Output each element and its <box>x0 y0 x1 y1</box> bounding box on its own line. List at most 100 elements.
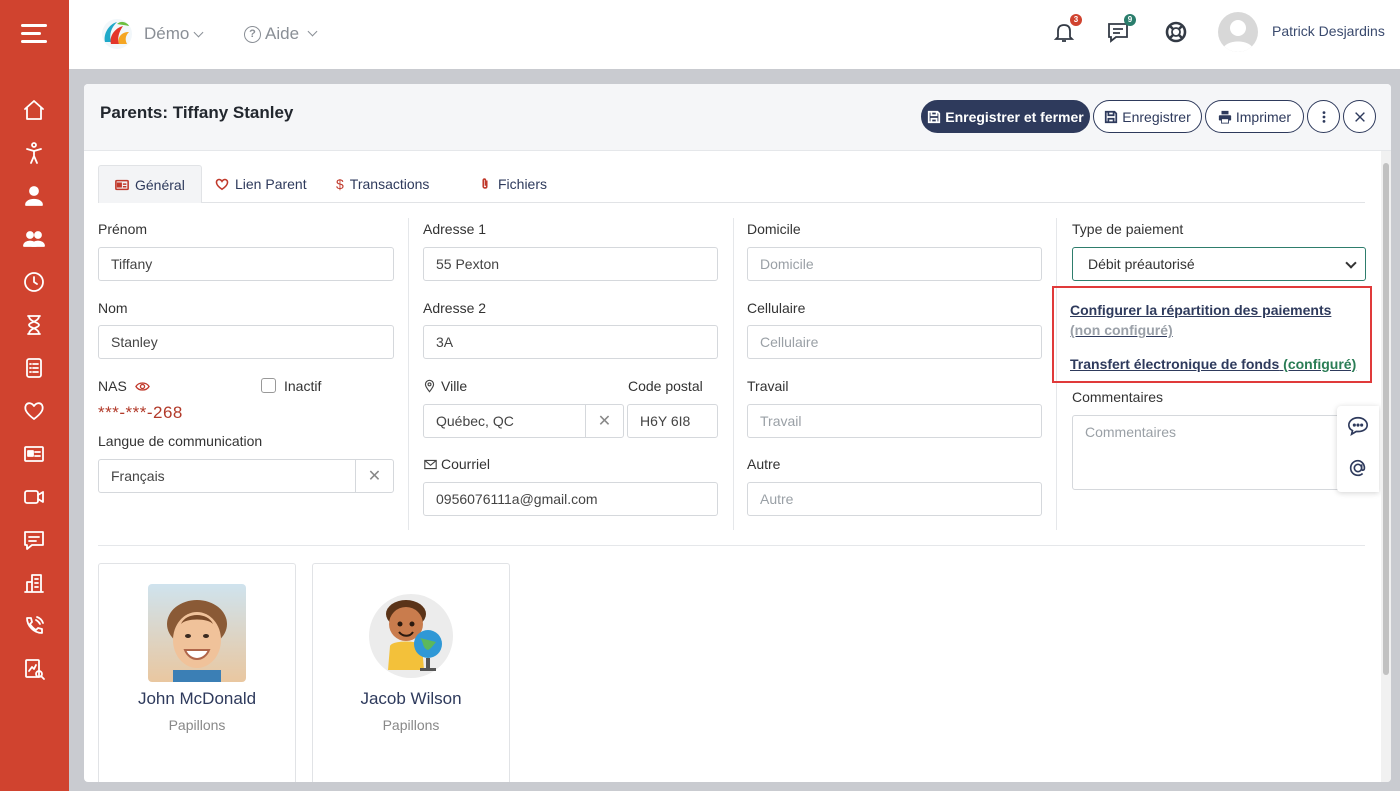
child-card[interactable]: John McDonald Papillons <box>98 563 296 782</box>
repartition-link-label: Configurer la répartition des paiements <box>1070 302 1332 318</box>
commentaires-label: Commentaires <box>1072 389 1164 405</box>
scrollbar-thumb[interactable] <box>1383 163 1389 675</box>
location-pin-icon <box>424 379 435 393</box>
transfert-link[interactable]: Transfert électronique de fonds (configu… <box>1070 354 1356 374</box>
id-card-icon <box>115 179 129 190</box>
courriel-input[interactable]: 0956076111a@gmail.com <box>423 482 718 516</box>
report-icon[interactable] <box>20 655 48 683</box>
save-icon <box>1105 110 1118 123</box>
heart-icon <box>215 178 229 191</box>
chevron-down-icon <box>1345 257 1357 269</box>
heart-icon[interactable] <box>20 397 48 425</box>
print-button[interactable]: Imprimer <box>1205 100 1304 133</box>
inactif-checkbox[interactable] <box>261 378 276 393</box>
commentaires-textarea[interactable]: Commentaires <box>1072 415 1366 490</box>
autre-input[interactable]: Autre <box>747 482 1042 516</box>
more-options-button[interactable] <box>1307 100 1340 133</box>
adresse2-input[interactable]: 3A <box>423 325 718 359</box>
prenom-input[interactable]: Tiffany <box>98 247 394 281</box>
group-icon[interactable] <box>20 225 48 253</box>
clear-icon[interactable]: ✕ <box>355 460 393 492</box>
clear-icon[interactable]: ✕ <box>585 405 623 437</box>
chat-bubble-icon <box>1348 416 1368 436</box>
tab-general[interactable]: Général <box>98 165 202 203</box>
courriel-label: Courriel <box>441 456 491 472</box>
hourglass-icon[interactable] <box>20 311 48 339</box>
message-icon[interactable] <box>20 526 48 554</box>
adresse2-label: Adresse 2 <box>423 300 487 316</box>
envelope-icon <box>424 459 437 469</box>
save-close-button[interactable]: Enregistrer et fermer <box>921 100 1090 133</box>
support-button[interactable] <box>1164 20 1190 46</box>
tab-transactions[interactable]: $ Transactions <box>320 165 445 203</box>
ville-label-row: Ville <box>423 378 467 394</box>
ville-value: Québec, QC <box>436 413 514 429</box>
floating-actions <box>1337 406 1379 492</box>
clock-icon[interactable] <box>20 268 48 296</box>
chat-bubble-button[interactable] <box>1347 415 1369 440</box>
travail-input[interactable]: Travail <box>747 404 1042 438</box>
save-icon <box>928 110 941 123</box>
adresse1-input[interactable]: 55 Pexton <box>423 247 718 281</box>
nom-label: Nom <box>98 300 128 316</box>
tab-lien-parent[interactable]: Lien Parent <box>199 165 323 203</box>
vertical-dots-icon <box>1322 110 1325 123</box>
tab-bar: Général Lien Parent $ Transactions Fichi… <box>98 165 1365 203</box>
column-divider <box>408 218 409 530</box>
email-button[interactable] <box>1347 457 1369 482</box>
child-avatar <box>362 584 460 682</box>
id-card-icon[interactable] <box>20 440 48 468</box>
dollar-icon: $ <box>336 176 344 192</box>
sidebar <box>0 0 69 791</box>
prenom-label: Prénom <box>98 221 148 237</box>
child-card[interactable]: Jacob Wilson Papillons <box>312 563 510 782</box>
chevron-down-icon <box>307 26 318 36</box>
lifebuoy-icon <box>1165 21 1187 43</box>
child-cartoon-icon <box>369 594 453 678</box>
modal-scrollbar[interactable] <box>1381 151 1391 782</box>
home-icon[interactable] <box>20 96 48 124</box>
parent-modal: Parents: Tiffany Stanley Enregistrer et … <box>84 84 1391 782</box>
save-button[interactable]: Enregistrer <box>1093 100 1202 133</box>
child-name[interactable]: John McDonald <box>99 689 295 709</box>
checklist-icon[interactable] <box>20 354 48 382</box>
code-postal-input[interactable]: H6Y 6I8 <box>627 404 718 438</box>
close-button[interactable] <box>1343 100 1376 133</box>
type-paiement-value: Débit préautorisé <box>1088 256 1195 272</box>
person-icon[interactable] <box>20 182 48 210</box>
domicile-input[interactable]: Domicile <box>747 247 1042 281</box>
type-paiement-select[interactable]: Débit préautorisé <box>1072 247 1366 281</box>
messages-button[interactable]: 9 <box>1106 14 1136 46</box>
eye-icon[interactable] <box>134 379 150 394</box>
print-icon <box>1218 110 1231 124</box>
travail-label: Travail <box>747 378 789 394</box>
repartition-status: (non configuré) <box>1070 322 1173 338</box>
video-icon[interactable] <box>20 483 48 511</box>
tab-label: Transactions <box>349 176 430 192</box>
user-name[interactable]: Patrick Desjardins <box>1272 23 1385 39</box>
child-name[interactable]: Jacob Wilson <box>313 689 509 709</box>
nom-input[interactable]: Stanley <box>98 325 394 359</box>
ville-label: Ville <box>441 378 468 394</box>
notifications-button[interactable]: 3 <box>1052 14 1082 46</box>
child-icon[interactable] <box>20 139 48 167</box>
paperclip-icon <box>482 178 488 189</box>
modal-header: Parents: Tiffany Stanley Enregistrer et … <box>84 84 1391 151</box>
hamburger-menu-icon[interactable] <box>21 24 47 46</box>
notifications-badge: 3 <box>1070 14 1082 26</box>
help-menu[interactable]: ? Aide <box>244 24 318 44</box>
phone-icon[interactable] <box>20 612 48 640</box>
avatar[interactable] <box>1218 12 1258 52</box>
payment-config-highlight: Configurer la répartition des paiements … <box>1052 286 1372 383</box>
child-group: Papillons <box>382 717 440 733</box>
tab-fichiers[interactable]: Fichiers <box>462 165 563 203</box>
help-label: Aide <box>265 24 300 43</box>
repartition-link[interactable]: Configurer la répartition des paiements … <box>1070 300 1360 340</box>
ville-select[interactable]: Québec, QC ✕ <box>423 404 624 438</box>
demo-menu[interactable]: Démo <box>144 24 204 44</box>
inactif-label: Inactif <box>284 378 322 394</box>
code-postal-label: Code postal <box>628 378 703 394</box>
langue-select[interactable]: Français ✕ <box>98 459 394 493</box>
cellulaire-input[interactable]: Cellulaire <box>747 325 1042 359</box>
building-icon[interactable] <box>20 569 48 597</box>
